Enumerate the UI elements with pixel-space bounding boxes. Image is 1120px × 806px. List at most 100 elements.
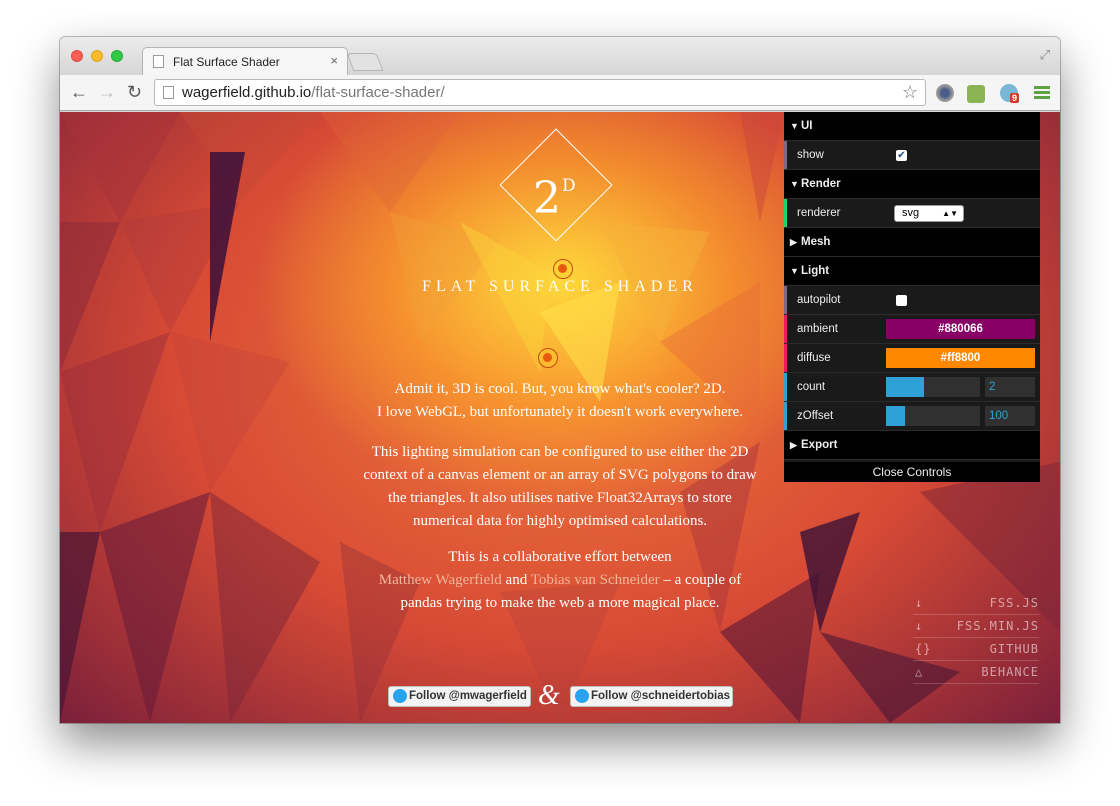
window-minimize-button[interactable]: [91, 50, 103, 62]
select-arrows-icon: ▲▼: [942, 209, 958, 218]
logo-2d: 2D: [533, 164, 576, 221]
extension-camera-icon[interactable]: [936, 84, 954, 102]
count-slider[interactable]: [886, 377, 980, 397]
extension-badge: 9: [1010, 93, 1020, 103]
link-github[interactable]: {} GITHUB: [913, 638, 1039, 661]
autopilot-checkbox[interactable]: [896, 295, 907, 306]
link-label: FSS.JS: [989, 596, 1039, 610]
menu-icon[interactable]: [1034, 86, 1050, 101]
prop-label: autopilot: [797, 294, 841, 306]
author-link-tobias[interactable]: Tobias van Schneider: [531, 572, 660, 588]
bookmark-star-icon[interactable]: ☆: [902, 80, 918, 105]
zoffset-input[interactable]: 100: [985, 406, 1035, 426]
fullscreen-icon[interactable]: ⤢: [1040, 47, 1050, 63]
slider-fill: [886, 377, 924, 397]
download-links: ↓ FSS.JS ↓ FSS.MIN.JS {} GITHUB △ BEHANC…: [913, 592, 1039, 684]
new-tab-button[interactable]: [346, 53, 384, 71]
credits-and: and: [505, 572, 528, 588]
prop-renderer: renderer svg ▲▼: [784, 199, 1040, 228]
link-fss-min-js[interactable]: ↓ FSS.MIN.JS: [913, 615, 1039, 638]
address-bar[interactable]: wagerfield.github.io/flat-surface-shader…: [154, 79, 926, 106]
folder-label: Light: [801, 265, 830, 277]
select-value: svg: [902, 207, 920, 219]
extension-arrow-icon[interactable]: [967, 85, 985, 103]
ampersand: &: [538, 680, 560, 711]
download-arrow-icon: ↓: [915, 596, 924, 610]
folder-label: UI: [801, 120, 813, 132]
title-bar: Flat Surface Shader × ⤢: [60, 37, 1060, 75]
zoffset-slider[interactable]: [886, 406, 980, 426]
prop-label: count: [797, 381, 826, 393]
light-handle-2[interactable]: [538, 348, 558, 368]
count-input[interactable]: 2: [985, 377, 1035, 397]
window-maximize-button[interactable]: [111, 50, 123, 62]
page-content: 2D FLAT SURFACE SHADER Admit it, 3D is c…: [60, 112, 1060, 723]
prop-autopilot: autopilot: [784, 286, 1040, 315]
follow-label: Follow @mwagerfield: [409, 690, 527, 702]
show-checkbox[interactable]: ✔: [896, 150, 907, 161]
prop-show: show ✔: [784, 141, 1040, 170]
link-label: BEHANCE: [981, 665, 1039, 679]
prop-diffuse: diffuse #ff8800: [784, 344, 1040, 373]
window-close-button[interactable]: [71, 50, 83, 62]
folder-mesh[interactable]: ▶ Mesh: [784, 228, 1040, 257]
folder-closed-arrow-icon: ▶: [790, 237, 797, 247]
close-controls-button[interactable]: Close Controls: [784, 462, 1040, 482]
author-link-matthew[interactable]: Matthew Wagerfield: [379, 572, 502, 588]
reload-icon[interactable]: ↻: [127, 82, 142, 103]
url-host: wagerfield.github.io: [182, 84, 312, 101]
intro-line-1: Admit it, 3D is cool. But, you know what…: [394, 381, 726, 397]
ambient-color-field[interactable]: #880066: [886, 319, 1035, 339]
controls-panel: ▼ UI show ✔ ▼ Render renderer svg ▲▼ ▶ M…: [784, 112, 1040, 482]
page-icon: [153, 55, 164, 68]
prop-stripe: [784, 141, 787, 169]
prop-stripe: [784, 373, 787, 401]
code-braces-icon: {}: [915, 642, 932, 656]
follow-label: Follow @schneidertobias: [591, 690, 731, 702]
url-path: /flat-surface-shader/: [311, 84, 445, 101]
browser-window: Flat Surface Shader × ⤢ ← → ↻ wagerfield…: [60, 37, 1060, 723]
prop-stripe: [784, 315, 787, 343]
logo-main: 2: [533, 173, 561, 224]
folder-closed-arrow-icon: ▶: [790, 440, 797, 450]
prop-zoffset: zOffset 100: [784, 402, 1040, 431]
page-icon: [163, 86, 174, 99]
prop-count: count 2: [784, 373, 1040, 402]
intro-line-2: I love WebGL, but unfortunately it doesn…: [376, 404, 744, 420]
folder-ui[interactable]: ▼ UI: [784, 112, 1040, 141]
forward-arrow-icon[interactable]: →: [98, 82, 116, 103]
download-arrow-icon: ↓: [915, 619, 924, 633]
twitter-bird-icon: [575, 689, 589, 703]
triangle-icon: △: [915, 665, 924, 679]
url-text: wagerfield.github.io/flat-surface-shader…: [182, 80, 445, 105]
link-behance[interactable]: △ BEHANCE: [913, 661, 1039, 684]
description-paragraph: This lighting simulation can be configur…: [363, 444, 757, 529]
follow-schneidertobias-button[interactable]: Follow @schneidertobias: [570, 686, 733, 707]
folder-label: Render: [801, 178, 841, 190]
folder-open-arrow-icon: ▼: [790, 266, 799, 276]
prop-ambient: ambient #880066: [784, 315, 1040, 344]
light-handle-1[interactable]: [553, 259, 573, 279]
folder-export[interactable]: ▶ Export: [784, 431, 1040, 460]
prop-stripe: [784, 344, 787, 372]
browser-tab[interactable]: Flat Surface Shader ×: [142, 47, 348, 75]
folder-light[interactable]: ▼ Light: [784, 257, 1040, 286]
diffuse-color-field[interactable]: #ff8800: [886, 348, 1035, 368]
folder-open-arrow-icon: ▼: [790, 179, 799, 189]
back-arrow-icon[interactable]: ←: [70, 82, 88, 103]
prop-stripe: [784, 199, 787, 227]
folder-label: Mesh: [801, 236, 831, 248]
extension-cat-icon[interactable]: 9: [1000, 84, 1020, 103]
credits-paragraph: This is a collaborative effort between M…: [360, 546, 760, 615]
page-title: FLAT SURFACE SHADER: [422, 278, 698, 295]
link-fss-js[interactable]: ↓ FSS.JS: [913, 592, 1039, 615]
twitter-bird-icon: [393, 689, 407, 703]
tab-title: Flat Surface Shader: [173, 55, 280, 69]
follow-mwagerfield-button[interactable]: Follow @mwagerfield: [388, 686, 531, 707]
folder-render[interactable]: ▼ Render: [784, 170, 1040, 199]
renderer-select[interactable]: svg ▲▼: [894, 205, 964, 222]
tab-close-icon[interactable]: ×: [330, 53, 338, 68]
browser-toolbar: ← → ↻ wagerfield.github.io/flat-surface-…: [60, 75, 1060, 111]
slider-fill: [886, 406, 905, 426]
credits-intro: This is a collaborative effort between: [448, 549, 672, 565]
